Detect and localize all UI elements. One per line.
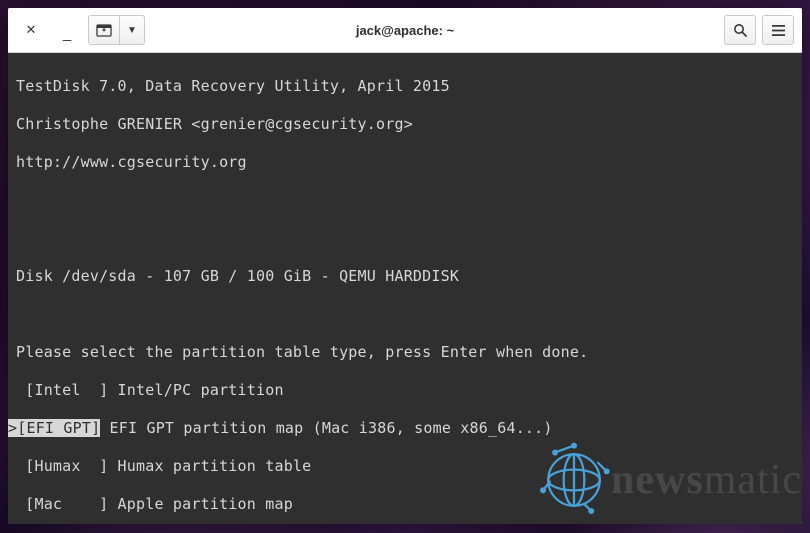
minimize-icon: _ [63, 25, 71, 42]
newtab-icon [96, 23, 112, 37]
terminal-window: ✕ _ ▼ jack@apache: ~ [8, 8, 802, 524]
app-header-line: TestDisk 7.0, Data Recovery Utility, Apr… [8, 77, 802, 96]
chevron-down-icon: ▼ [127, 25, 137, 36]
blank-line [8, 305, 802, 324]
hamburger-icon [771, 24, 786, 37]
blank-line [8, 229, 802, 248]
blank-line [8, 191, 802, 210]
option-mac[interactable]: [Mac ] Apple partition map [8, 495, 802, 514]
option-selected-rest: EFI GPT partition map (Mac i386, some x8… [100, 419, 552, 437]
newtab-split: ▼ [88, 15, 145, 45]
app-url-line: http://www.cgsecurity.org [8, 153, 802, 172]
app-author-line: Christophe GRENIER <grenier@cgsecurity.o… [8, 115, 802, 134]
newtab-button[interactable] [88, 15, 120, 45]
minimize-button[interactable]: _ [52, 16, 82, 44]
newtab-dropdown[interactable]: ▼ [120, 15, 145, 45]
search-button[interactable] [724, 15, 756, 45]
prompt-line: Please select the partition table type, … [8, 343, 802, 362]
close-button[interactable]: ✕ [16, 16, 46, 44]
option-efi-gpt[interactable]: >[EFI GPT] EFI GPT partition map (Mac i3… [8, 419, 802, 438]
search-icon [733, 23, 748, 38]
option-humax[interactable]: [Humax ] Humax partition table [8, 457, 802, 476]
titlebar: ✕ _ ▼ jack@apache: ~ [8, 8, 802, 53]
close-icon: ✕ [26, 22, 37, 38]
disk-info-line: Disk /dev/sda - 107 GB / 100 GiB - QEMU … [8, 267, 802, 286]
option-selected-marker: >[EFI GPT] [8, 419, 100, 437]
terminal-content[interactable]: TestDisk 7.0, Data Recovery Utility, Apr… [8, 53, 802, 524]
menu-button[interactable] [762, 15, 794, 45]
option-intel[interactable]: [Intel ] Intel/PC partition [8, 381, 802, 400]
